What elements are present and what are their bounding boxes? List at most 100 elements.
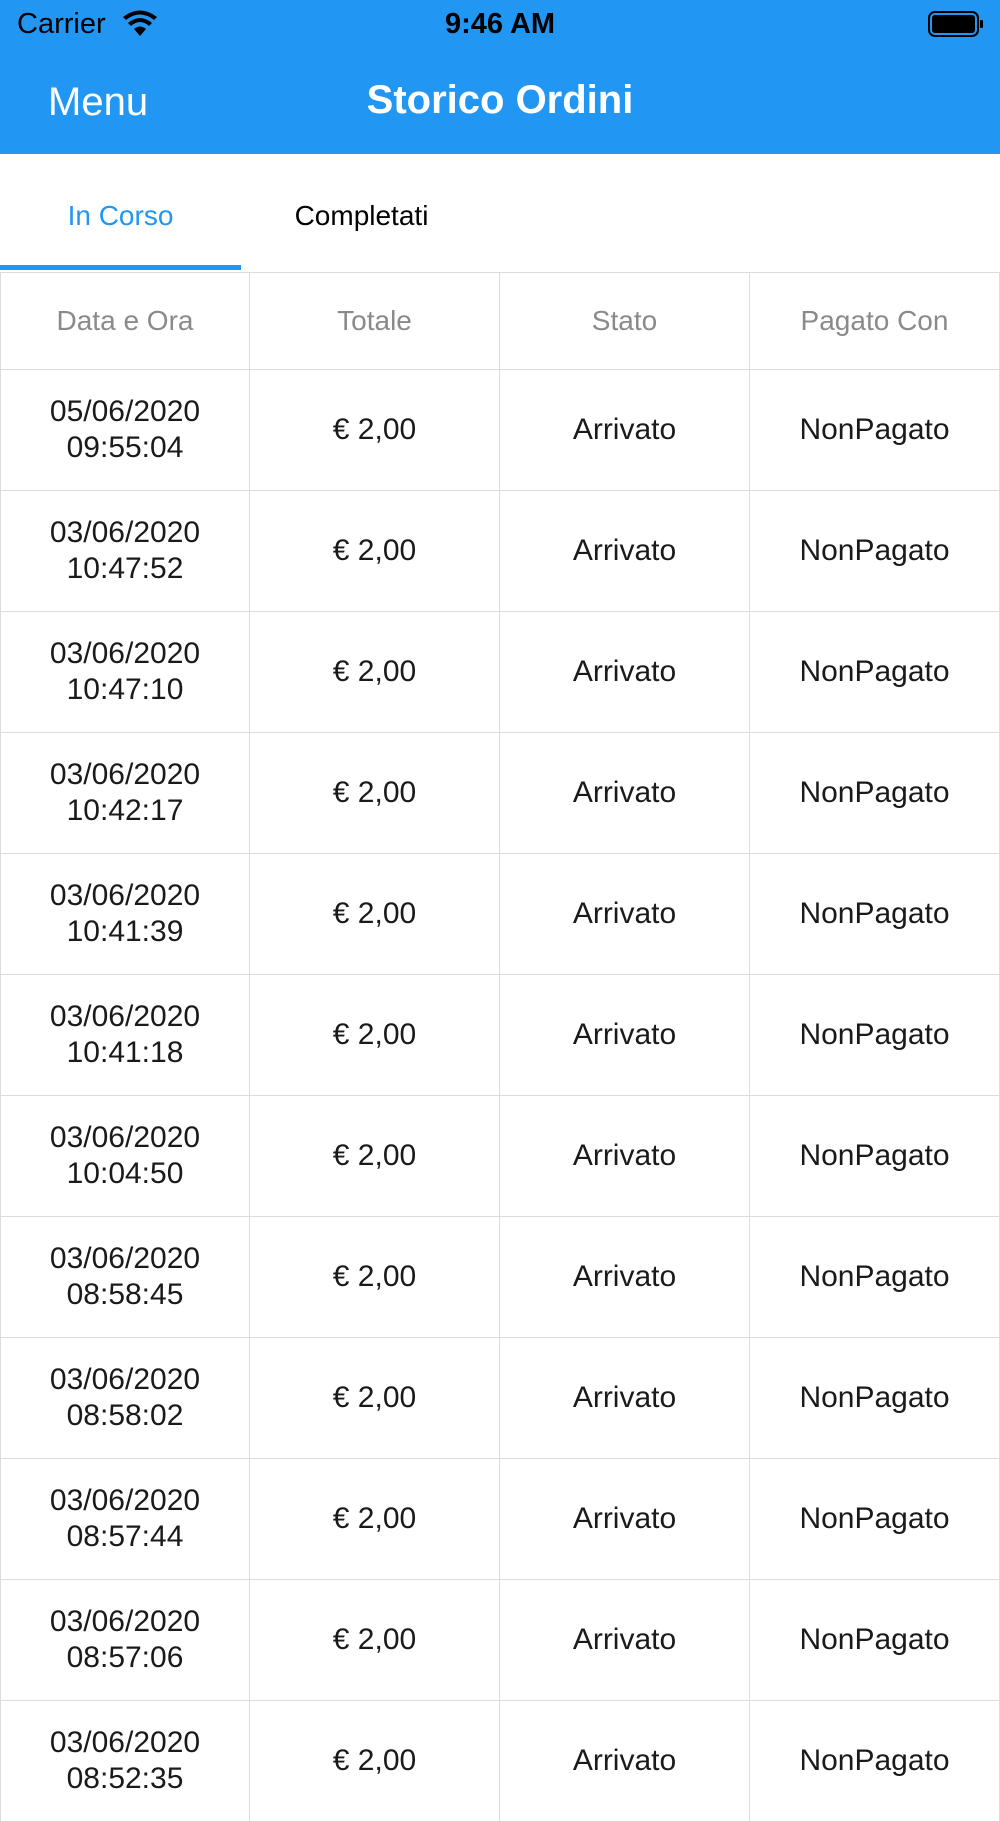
table-row[interactable]: 03/06/2020 08:52:35 € 2,00 Arrivato NonPagat… xyxy=(0,1700,1000,1821)
order-date: 03/06/2020 xyxy=(49,1726,201,1759)
order-date: 03/06/2020 xyxy=(49,516,201,549)
order-total-cell: € 2,00 xyxy=(250,1580,500,1700)
order-time: 10:47:10 xyxy=(66,673,184,706)
navigation-bar: Carrier 9:46 AM Menu Storico Ordini xyxy=(0,0,1000,154)
column-header-date: Data e Ora xyxy=(0,273,250,369)
order-datetime-cell: 03/06/2020 08:58:45 xyxy=(0,1217,250,1337)
page-title: Storico Ordini xyxy=(366,78,634,122)
order-status-cell: Arrivato xyxy=(500,370,750,490)
order-time: 10:04:50 xyxy=(66,1157,184,1190)
order-paid-with-cell: NonPagato xyxy=(750,733,1000,853)
table-body: 05/06/2020 09:55:04 € 2,00 Arrivato NonPagat… xyxy=(0,369,1000,1821)
order-time: 08:57:06 xyxy=(66,1641,184,1674)
table-header-row: Data e Ora Totale Stato Pagato Con xyxy=(0,272,1000,369)
order-total-cell: € 2,00 xyxy=(250,975,500,1095)
order-total-cell: € 2,00 xyxy=(250,491,500,611)
order-datetime-cell: 03/06/2020 10:42:17 xyxy=(0,733,250,853)
order-datetime-cell: 03/06/2020 10:47:10 xyxy=(0,612,250,732)
status-time: 9:46 AM xyxy=(444,8,556,40)
table-row[interactable]: 03/06/2020 10:04:50 € 2,00 Arrivato NonPagat… xyxy=(0,1095,1000,1216)
order-status-cell: Arrivato xyxy=(500,975,750,1095)
order-datetime-cell: 03/06/2020 08:57:06 xyxy=(0,1580,250,1700)
order-time: 10:41:39 xyxy=(66,915,184,948)
tab-in-corso[interactable]: In Corso xyxy=(0,154,241,272)
order-status-cell: Arrivato xyxy=(500,1580,750,1700)
order-datetime-cell: 03/06/2020 10:41:39 xyxy=(0,854,250,974)
order-status-cell: Arrivato xyxy=(500,491,750,611)
table-row[interactable]: 03/06/2020 10:41:18 € 2,00 Arrivato NonPagat… xyxy=(0,974,1000,1095)
table-row[interactable]: 03/06/2020 10:47:10 € 2,00 Arrivato NonPagat… xyxy=(0,611,1000,732)
order-paid-with-cell: NonPagato xyxy=(750,370,1000,490)
order-time: 08:58:02 xyxy=(66,1399,184,1432)
order-total-cell: € 2,00 xyxy=(250,370,500,490)
order-total-cell: € 2,00 xyxy=(250,1096,500,1216)
tab-completati[interactable]: Completati xyxy=(241,154,482,272)
order-date: 03/06/2020 xyxy=(49,1363,201,1396)
order-datetime-cell: 03/06/2020 10:47:52 xyxy=(0,491,250,611)
order-datetime-cell: 03/06/2020 10:04:50 xyxy=(0,1096,250,1216)
order-paid-with-cell: NonPagato xyxy=(750,1096,1000,1216)
table-row[interactable]: 03/06/2020 08:57:06 € 2,00 Arrivato NonPagat… xyxy=(0,1579,1000,1700)
order-date: 03/06/2020 xyxy=(49,1484,201,1517)
order-time: 10:42:17 xyxy=(66,794,184,827)
order-status-cell: Arrivato xyxy=(500,1459,750,1579)
order-date: 03/06/2020 xyxy=(49,1121,201,1154)
order-status-cell: Arrivato xyxy=(500,1338,750,1458)
order-date: 03/06/2020 xyxy=(49,879,201,912)
order-paid-with-cell: NonPagato xyxy=(750,1217,1000,1337)
order-status-cell: Arrivato xyxy=(500,733,750,853)
order-status-cell: Arrivato xyxy=(500,1217,750,1337)
order-status-cell: Arrivato xyxy=(500,1096,750,1216)
order-total-cell: € 2,00 xyxy=(250,1217,500,1337)
order-time: 10:41:18 xyxy=(66,1036,184,1069)
battery-icon xyxy=(928,11,983,37)
order-paid-with-cell: NonPagato xyxy=(750,1459,1000,1579)
order-time: 08:57:44 xyxy=(66,1520,184,1553)
active-tab-indicator xyxy=(0,265,241,270)
column-header-paid-with: Pagato Con xyxy=(750,273,1000,369)
table-row[interactable]: 03/06/2020 10:41:39 € 2,00 Arrivato NonPagat… xyxy=(0,853,1000,974)
table-row[interactable]: 03/06/2020 08:57:44 € 2,00 Arrivato NonPagat… xyxy=(0,1458,1000,1579)
order-paid-with-cell: NonPagato xyxy=(750,975,1000,1095)
order-total-cell: € 2,00 xyxy=(250,612,500,732)
order-date: 03/06/2020 xyxy=(49,637,201,670)
order-status-cell: Arrivato xyxy=(500,612,750,732)
order-total-cell: € 2,00 xyxy=(250,854,500,974)
order-date: 03/06/2020 xyxy=(49,758,201,791)
order-paid-with-cell: NonPagato xyxy=(750,612,1000,732)
order-time: 10:47:52 xyxy=(66,552,184,585)
order-paid-with-cell: NonPagato xyxy=(750,854,1000,974)
order-time: 08:52:35 xyxy=(66,1762,184,1795)
order-datetime-cell: 03/06/2020 10:41:18 xyxy=(0,975,250,1095)
column-header-status: Stato xyxy=(500,273,750,369)
order-paid-with-cell: NonPagato xyxy=(750,1338,1000,1458)
status-bar: Carrier 9:46 AM xyxy=(0,0,1000,50)
order-date: 05/06/2020 xyxy=(49,395,201,428)
order-total-cell: € 2,00 xyxy=(250,1338,500,1458)
order-date: 03/06/2020 xyxy=(49,1242,201,1275)
tab-bar: In Corso Completati xyxy=(0,154,1000,272)
table-row[interactable]: 03/06/2020 08:58:02 € 2,00 Arrivato NonPagat… xyxy=(0,1337,1000,1458)
order-paid-with-cell: NonPagato xyxy=(750,1580,1000,1700)
order-datetime-cell: 03/06/2020 08:52:35 xyxy=(0,1701,250,1821)
table-row[interactable]: 03/06/2020 10:42:17 € 2,00 Arrivato NonPagat… xyxy=(0,732,1000,853)
order-total-cell: € 2,00 xyxy=(250,1459,500,1579)
orders-table: Data e Ora Totale Stato Pagato Con 05/06… xyxy=(0,272,1000,1821)
table-row[interactable]: 03/06/2020 08:58:45 € 2,00 Arrivato NonPagat… xyxy=(0,1216,1000,1337)
table-row[interactable]: 05/06/2020 09:55:04 € 2,00 Arrivato NonPagat… xyxy=(0,369,1000,490)
order-paid-with-cell: NonPagato xyxy=(750,1701,1000,1821)
order-datetime-cell: 03/06/2020 08:58:02 xyxy=(0,1338,250,1458)
table-row[interactable]: 03/06/2020 10:47:52 € 2,00 Arrivato NonPagat… xyxy=(0,490,1000,611)
order-total-cell: € 2,00 xyxy=(250,1701,500,1821)
order-datetime-cell: 05/06/2020 09:55:04 xyxy=(0,370,250,490)
order-status-cell: Arrivato xyxy=(500,854,750,974)
order-paid-with-cell: NonPagato xyxy=(750,491,1000,611)
order-date: 03/06/2020 xyxy=(49,1000,201,1033)
order-datetime-cell: 03/06/2020 08:57:44 xyxy=(0,1459,250,1579)
order-total-cell: € 2,00 xyxy=(250,733,500,853)
order-date: 03/06/2020 xyxy=(49,1605,201,1638)
order-time: 09:55:04 xyxy=(66,431,184,464)
order-status-cell: Arrivato xyxy=(500,1701,750,1821)
order-time: 08:58:45 xyxy=(66,1278,184,1311)
column-header-total: Totale xyxy=(250,273,500,369)
